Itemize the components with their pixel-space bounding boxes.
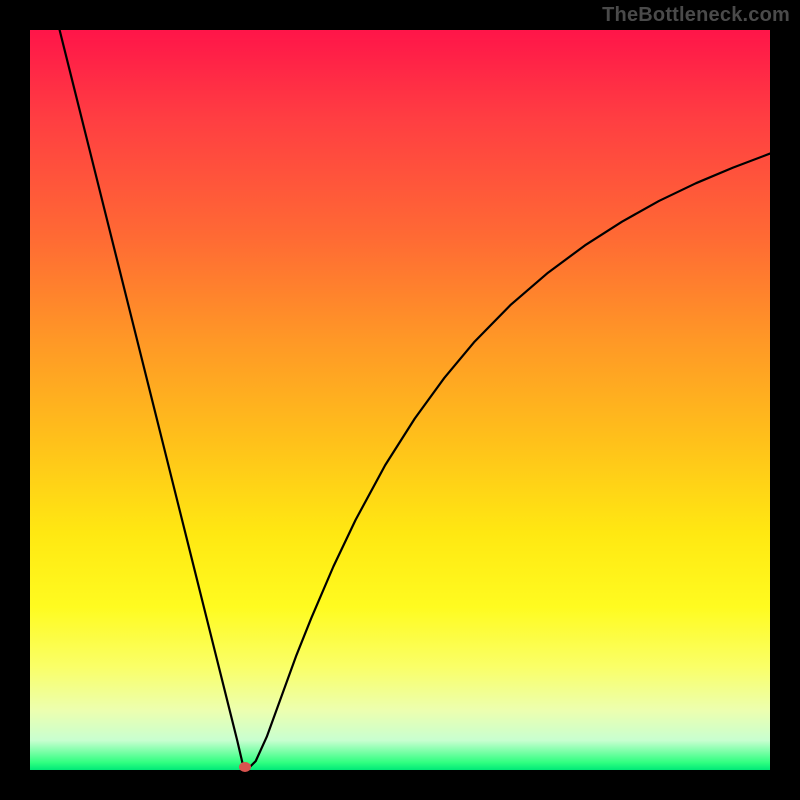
bottleneck-curve	[60, 30, 770, 769]
watermark-label: TheBottleneck.com	[602, 4, 790, 27]
chart-plot-area	[30, 30, 770, 770]
minimum-marker	[239, 762, 251, 772]
chart-curve-layer	[30, 30, 770, 770]
chart-frame: TheBottleneck.com	[0, 0, 800, 800]
